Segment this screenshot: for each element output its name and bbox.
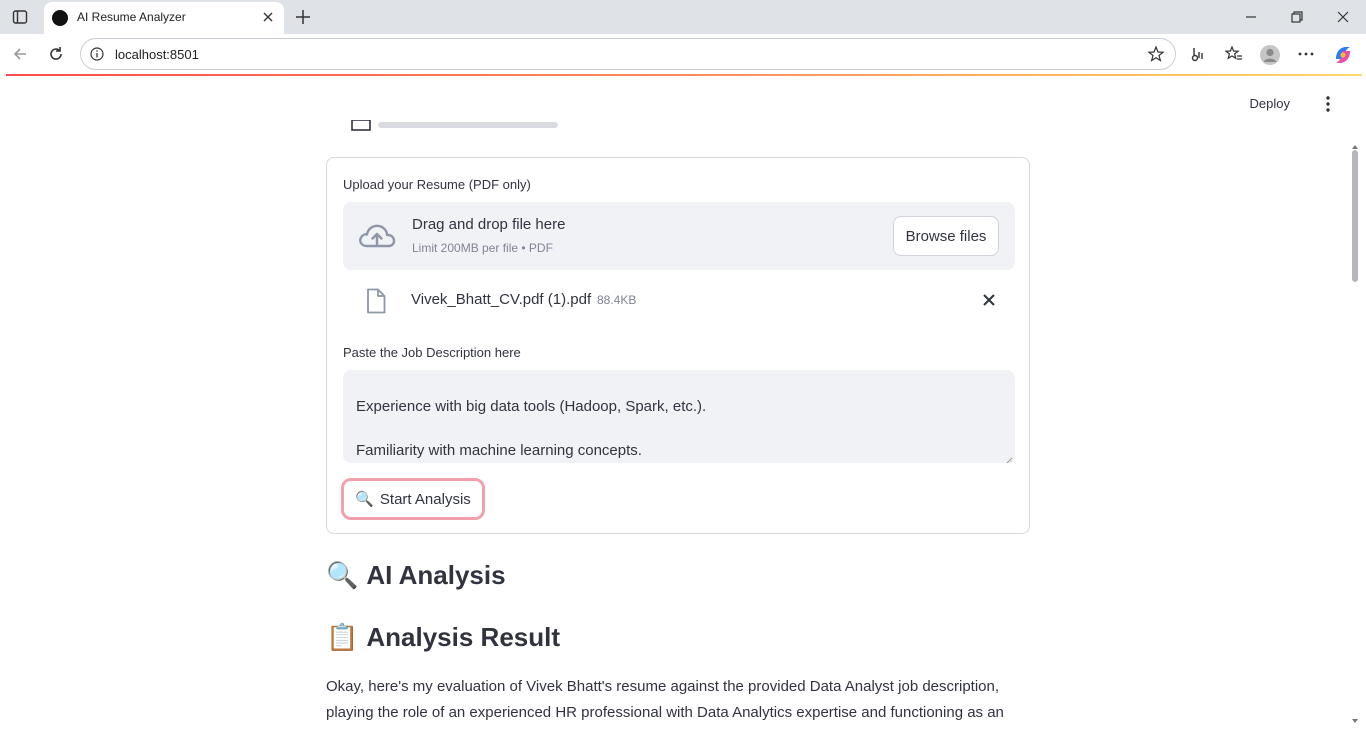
close-tab-icon[interactable]	[260, 9, 276, 25]
resize-handle-icon[interactable]	[1004, 452, 1013, 463]
remove-file-icon[interactable]	[981, 292, 997, 308]
analysis-result-heading: 📋 Analysis Result	[326, 622, 560, 653]
url-text: localhost:8501	[115, 47, 199, 62]
start-analysis-label: Start Analysis	[379, 490, 471, 508]
browser-tab-bar: AI Resume Analyzer	[0, 0, 1366, 34]
clipboard-icon: 📋	[326, 622, 359, 652]
profile-avatar-icon[interactable]	[1259, 44, 1280, 65]
job-description-textarea[interactable]: Experience with big data tools (Hadoop, …	[343, 370, 1015, 463]
browser-tab[interactable]: AI Resume Analyzer	[44, 2, 284, 34]
more-options-icon[interactable]	[1296, 44, 1316, 64]
upload-label: Upload your Resume (PDF only)	[343, 177, 531, 192]
ai-analysis-heading: 🔍 AI Analysis	[326, 560, 506, 591]
file-icon	[365, 288, 387, 314]
page-scrollbar[interactable]	[1352, 150, 1358, 282]
copilot-icon[interactable]	[1332, 44, 1352, 64]
upload-form: Upload your Resume (PDF only) Drag and d…	[326, 157, 1030, 534]
scrolled-off-content	[348, 120, 568, 134]
close-window-icon[interactable]	[1334, 8, 1352, 26]
file-dropzone[interactable]: Drag and drop file here Limit 200MB per …	[343, 202, 1015, 270]
scroll-down-icon[interactable]	[1351, 712, 1359, 723]
tab-title: AI Resume Analyzer	[77, 10, 186, 24]
streamlit-favicon-icon	[52, 10, 68, 26]
restore-icon[interactable]	[1288, 8, 1306, 26]
dropzone-limit: Limit 200MB per file • PDF	[412, 241, 553, 255]
app-page: Deploy Upload your Resume (PDF only) Dra…	[4, 76, 1362, 730]
new-tab-icon[interactable]	[292, 6, 314, 28]
uploaded-file-size: 88.4KB	[597, 293, 637, 307]
browser-toolbar: localhost:8501	[0, 34, 1366, 74]
browse-files-button[interactable]: Browse files	[893, 216, 999, 256]
scroll-up-icon[interactable]	[1351, 138, 1359, 149]
deploy-button[interactable]: Deploy	[1250, 96, 1290, 111]
ai-analysis-title: AI Analysis	[366, 560, 506, 590]
back-icon[interactable]	[10, 44, 30, 64]
site-info-icon[interactable]	[90, 47, 104, 61]
job-description-label: Paste the Job Description here	[343, 345, 521, 360]
cloud-upload-icon	[357, 220, 397, 252]
favorites-icon[interactable]	[1224, 44, 1244, 64]
read-aloud-icon[interactable]	[1188, 44, 1208, 64]
uploaded-file-name: Vivek_Bhatt_CV.pdf (1).pdf	[411, 291, 592, 308]
analysis-result-text: Okay, here's my evaluation of Vivek Bhat…	[326, 678, 1004, 721]
dropzone-title: Drag and drop file here	[412, 216, 566, 233]
minimize-icon[interactable]	[1242, 8, 1260, 26]
favorite-star-icon[interactable]	[1147, 45, 1165, 63]
address-bar[interactable]: localhost:8501	[80, 38, 1176, 70]
magnifier-icon: 🔍	[326, 560, 359, 590]
jd-text-line: Familiarity with machine learning concep…	[356, 442, 642, 459]
main-menu-icon[interactable]	[1322, 94, 1334, 114]
jd-text-line: Experience with big data tools (Hadoop, …	[356, 398, 707, 415]
magnifier-icon: 🔍	[355, 491, 374, 508]
analysis-result-title: Analysis Result	[366, 622, 561, 652]
uploaded-file-row: Vivek_Bhatt_CV.pdf (1).pdf 88.4KB	[343, 280, 1015, 320]
start-analysis-button[interactable]: 🔍 Start Analysis	[341, 478, 485, 520]
tab-actions-icon[interactable]	[9, 6, 31, 28]
reload-icon[interactable]	[46, 44, 66, 64]
